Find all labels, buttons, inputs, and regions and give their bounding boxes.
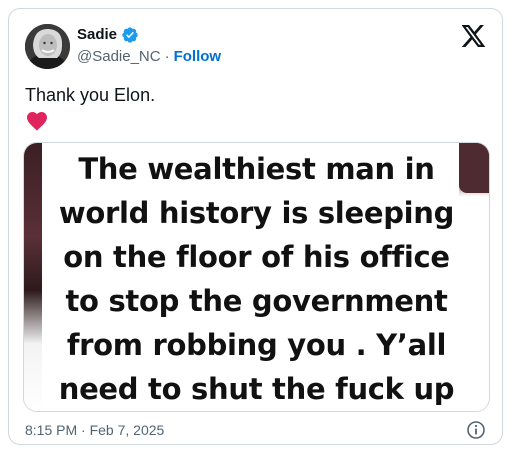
- author-handle-row: @Sadie_NC · Follow: [77, 47, 221, 67]
- media-caption-text: The wealthiest man in world history is s…: [42, 143, 471, 411]
- separator-dot: ·: [164, 48, 170, 65]
- heart-icon: [25, 109, 49, 133]
- tweet-media-image[interactable]: The wealthiest man in world history is s…: [23, 142, 490, 412]
- follow-button[interactable]: Follow: [174, 47, 222, 67]
- verified-badge-icon: [121, 26, 139, 44]
- x-logo-icon[interactable]: [462, 25, 486, 47]
- author-name-row: Sadie: [77, 25, 139, 45]
- media-caption-line: on the floor of his office: [63, 240, 450, 274]
- media-caption-line: to stop the government: [65, 284, 448, 318]
- author-handle[interactable]: @Sadie_NC: [77, 47, 161, 67]
- media-caption-line: from robbing you . Y’all: [66, 328, 447, 362]
- tweet-card[interactable]: Sadie @Sadie_NC · Follow Thank you Elon.…: [8, 8, 503, 445]
- tweet-text: Thank you Elon.: [25, 85, 156, 105]
- avatar[interactable]: [25, 24, 70, 69]
- media-caption-line: The wealthiest man in: [78, 152, 435, 186]
- author-display-name[interactable]: Sadie: [77, 25, 117, 45]
- media-caption-line: world history is sleeping: [58, 196, 455, 230]
- media-photo-edge-left: [24, 143, 42, 411]
- media-caption-line: need to shut the fuck up: [58, 372, 455, 406]
- tweet-timestamp[interactable]: 8:15 PM · Feb 7, 2025: [25, 421, 164, 439]
- info-icon[interactable]: [466, 420, 486, 440]
